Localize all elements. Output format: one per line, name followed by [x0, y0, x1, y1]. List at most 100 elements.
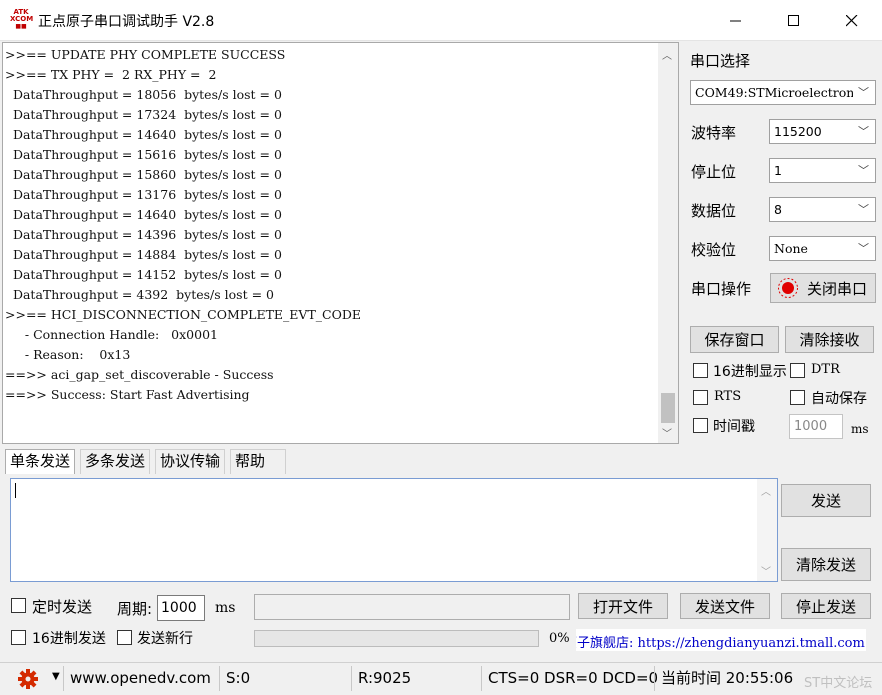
line-status: CTS=0 DSR=0 DCD=0 — [481, 666, 658, 691]
receive-line: DataThroughput = 14640 bytes/s lost = 0 — [5, 207, 282, 222]
maximize-button[interactable] — [765, 0, 823, 41]
send-textarea[interactable]: ︿ ﹀ — [10, 478, 778, 582]
window-title: 正点原子串口调试助手 V2.8 — [38, 14, 215, 30]
scroll-down-icon[interactable]: ﹀ — [761, 563, 771, 578]
ad-banner[interactable]: 原子旗舰店: https://zhengdianyuanzi.tmall.com — [576, 629, 866, 651]
current-time: 当前时间 20:55:06 — [654, 666, 798, 691]
progress-percent: 0% — [549, 631, 570, 646]
send-button[interactable]: 发送 — [781, 484, 871, 517]
parity-value: None — [774, 241, 808, 256]
receive-line: DataThroughput = 14640 bytes/s lost = 0 — [5, 127, 282, 142]
timed-send-checkbox[interactable] — [11, 598, 26, 613]
parity-select[interactable]: None ﹀ — [769, 236, 876, 261]
send-newline-label: 发送新行 — [137, 631, 193, 647]
receive-scroll-thumb[interactable] — [661, 393, 675, 423]
sent-count: S:0 — [219, 666, 351, 691]
port-select[interactable]: COM49:STMicroelectronics ﹀ — [690, 80, 876, 105]
receive-line: DataThroughput = 13176 bytes/s lost = 0 — [5, 187, 282, 202]
rts-label: RTS — [714, 389, 742, 404]
maximize-icon — [788, 14, 799, 26]
minimize-button[interactable] — [707, 0, 765, 41]
chevron-down-icon: ﹀ — [858, 164, 869, 177]
receive-scrollbar[interactable]: ︿ ﹀ — [658, 43, 678, 443]
timestamp-checkbox[interactable] — [693, 418, 708, 433]
port-operation-label: 串口操作 — [691, 280, 752, 298]
receive-line: DataThroughput = 15860 bytes/s lost = 0 — [5, 167, 282, 182]
chevron-down-icon: ﹀ — [858, 203, 869, 216]
tab-help[interactable]: 帮助 — [230, 449, 286, 474]
data-bits-select[interactable]: 8 ﹀ — [769, 197, 876, 222]
close-button[interactable] — [823, 0, 881, 41]
text-cursor — [15, 483, 16, 498]
receive-line: DataThroughput = 14152 bytes/s lost = 0 — [5, 267, 282, 282]
send-progress-bar — [254, 630, 539, 647]
receive-line: DataThroughput = 15616 bytes/s lost = 0 — [5, 147, 282, 162]
tab-single-send[interactable]: 单条发送 — [5, 449, 76, 474]
stop-send-button[interactable]: 停止发送 — [781, 593, 871, 619]
scroll-up-icon[interactable]: ︿ — [662, 47, 672, 62]
receive-line: - Reason: 0x13 — [5, 347, 131, 362]
close-port-button[interactable]: 关闭串口 — [770, 273, 876, 303]
save-window-button[interactable]: 保存窗口 — [690, 326, 779, 353]
receive-text: >>== UPDATE PHY COMPLETE SUCCESS >>== TX … — [5, 45, 655, 405]
chevron-down-icon: ﹀ — [858, 242, 869, 255]
chevron-down-icon: ﹀ — [858, 86, 869, 99]
auto-save-label: 自动保存 — [811, 391, 867, 407]
dtr-checkbox[interactable] — [790, 363, 805, 378]
auto-save-checkbox[interactable] — [790, 390, 805, 405]
dtr-label: DTR — [811, 362, 840, 377]
parity-label: 校验位 — [691, 241, 737, 259]
website-link[interactable]: www.openedv.com — [63, 666, 219, 691]
data-bits-label: 数据位 — [691, 202, 737, 220]
hex-display-label: 16进制显示 — [713, 364, 787, 380]
baud-select[interactable]: 115200 ﹀ — [769, 119, 876, 144]
receive-line: DataThroughput = 14884 bytes/s lost = 0 — [5, 247, 282, 262]
timed-send-label: 定时发送 — [32, 598, 93, 616]
close-icon — [846, 14, 858, 26]
receive-textarea[interactable]: >>== UPDATE PHY COMPLETE SUCCESS >>== TX … — [2, 42, 679, 444]
baud-label: 波特率 — [691, 124, 737, 142]
ad-text: 原子旗舰店: https://zhengdianyuanzi.tmall.com — [576, 636, 865, 651]
stop-bits-select[interactable]: 1 ﹀ — [769, 158, 876, 183]
received-count: R:9025 — [351, 666, 481, 691]
period-label: 周期: — [117, 600, 153, 618]
tab-multi-send[interactable]: 多条发送 — [80, 449, 151, 474]
port-select-value: COM49:STMicroelectronics — [695, 85, 853, 100]
send-newline-checkbox[interactable] — [117, 630, 132, 645]
receive-line: DataThroughput = 14396 bytes/s lost = 0 — [5, 227, 282, 242]
scroll-down-icon[interactable]: ﹀ — [662, 425, 672, 440]
receive-line: >>== TX PHY = 2 RX_PHY = 2 — [5, 67, 217, 82]
hex-send-label: 16进制发送 — [32, 631, 106, 647]
gear-icon[interactable] — [17, 668, 39, 690]
clear-send-button[interactable]: 清除发送 — [781, 548, 871, 581]
timestamp-interval-input[interactable]: 1000 — [789, 414, 843, 439]
file-path-input[interactable] — [254, 594, 570, 620]
receive-line: ==>> aci_gap_set_discoverable - Success — [5, 367, 274, 382]
led-indicator-icon — [778, 278, 798, 298]
port-select-label: 串口选择 — [690, 52, 751, 70]
timestamp-label: 时间戳 — [713, 419, 755, 435]
tab-protocol[interactable]: 协议传输 — [155, 449, 226, 474]
close-port-label: 关闭串口 — [807, 279, 868, 298]
clear-receive-button[interactable]: 清除接收 — [785, 326, 874, 353]
receive-line: DataThroughput = 17324 bytes/s lost = 0 — [5, 107, 282, 122]
minimize-icon — [730, 20, 741, 21]
hex-display-checkbox[interactable] — [693, 363, 708, 378]
send-file-button[interactable]: 发送文件 — [680, 593, 770, 619]
receive-line: ==>> Success: Start Fast Advertising — [5, 387, 250, 402]
scroll-up-icon[interactable]: ︿ — [761, 483, 771, 498]
receive-line: >>== UPDATE PHY COMPLETE SUCCESS — [5, 47, 286, 62]
period-input[interactable]: 1000 — [157, 595, 205, 621]
rts-checkbox[interactable] — [693, 390, 708, 405]
send-scrollbar[interactable]: ︿ ﹀ — [757, 479, 777, 581]
stop-bits-label: 停止位 — [691, 163, 737, 181]
receive-line: DataThroughput = 18056 bytes/s lost = 0 — [5, 87, 282, 102]
stop-bits-value: 1 — [774, 163, 782, 178]
hex-send-checkbox[interactable] — [11, 630, 26, 645]
receive-line: >>== HCI_DISCONNECTION_COMPLETE_EVT_CODE — [5, 307, 361, 322]
app-logo-icon: ATK XCOM ■■ — [10, 8, 34, 31]
dropdown-arrow-icon[interactable]: ▼ — [52, 671, 60, 682]
open-file-button[interactable]: 打开文件 — [578, 593, 668, 619]
period-unit: ms — [215, 600, 236, 616]
chevron-down-icon: ﹀ — [858, 125, 869, 138]
